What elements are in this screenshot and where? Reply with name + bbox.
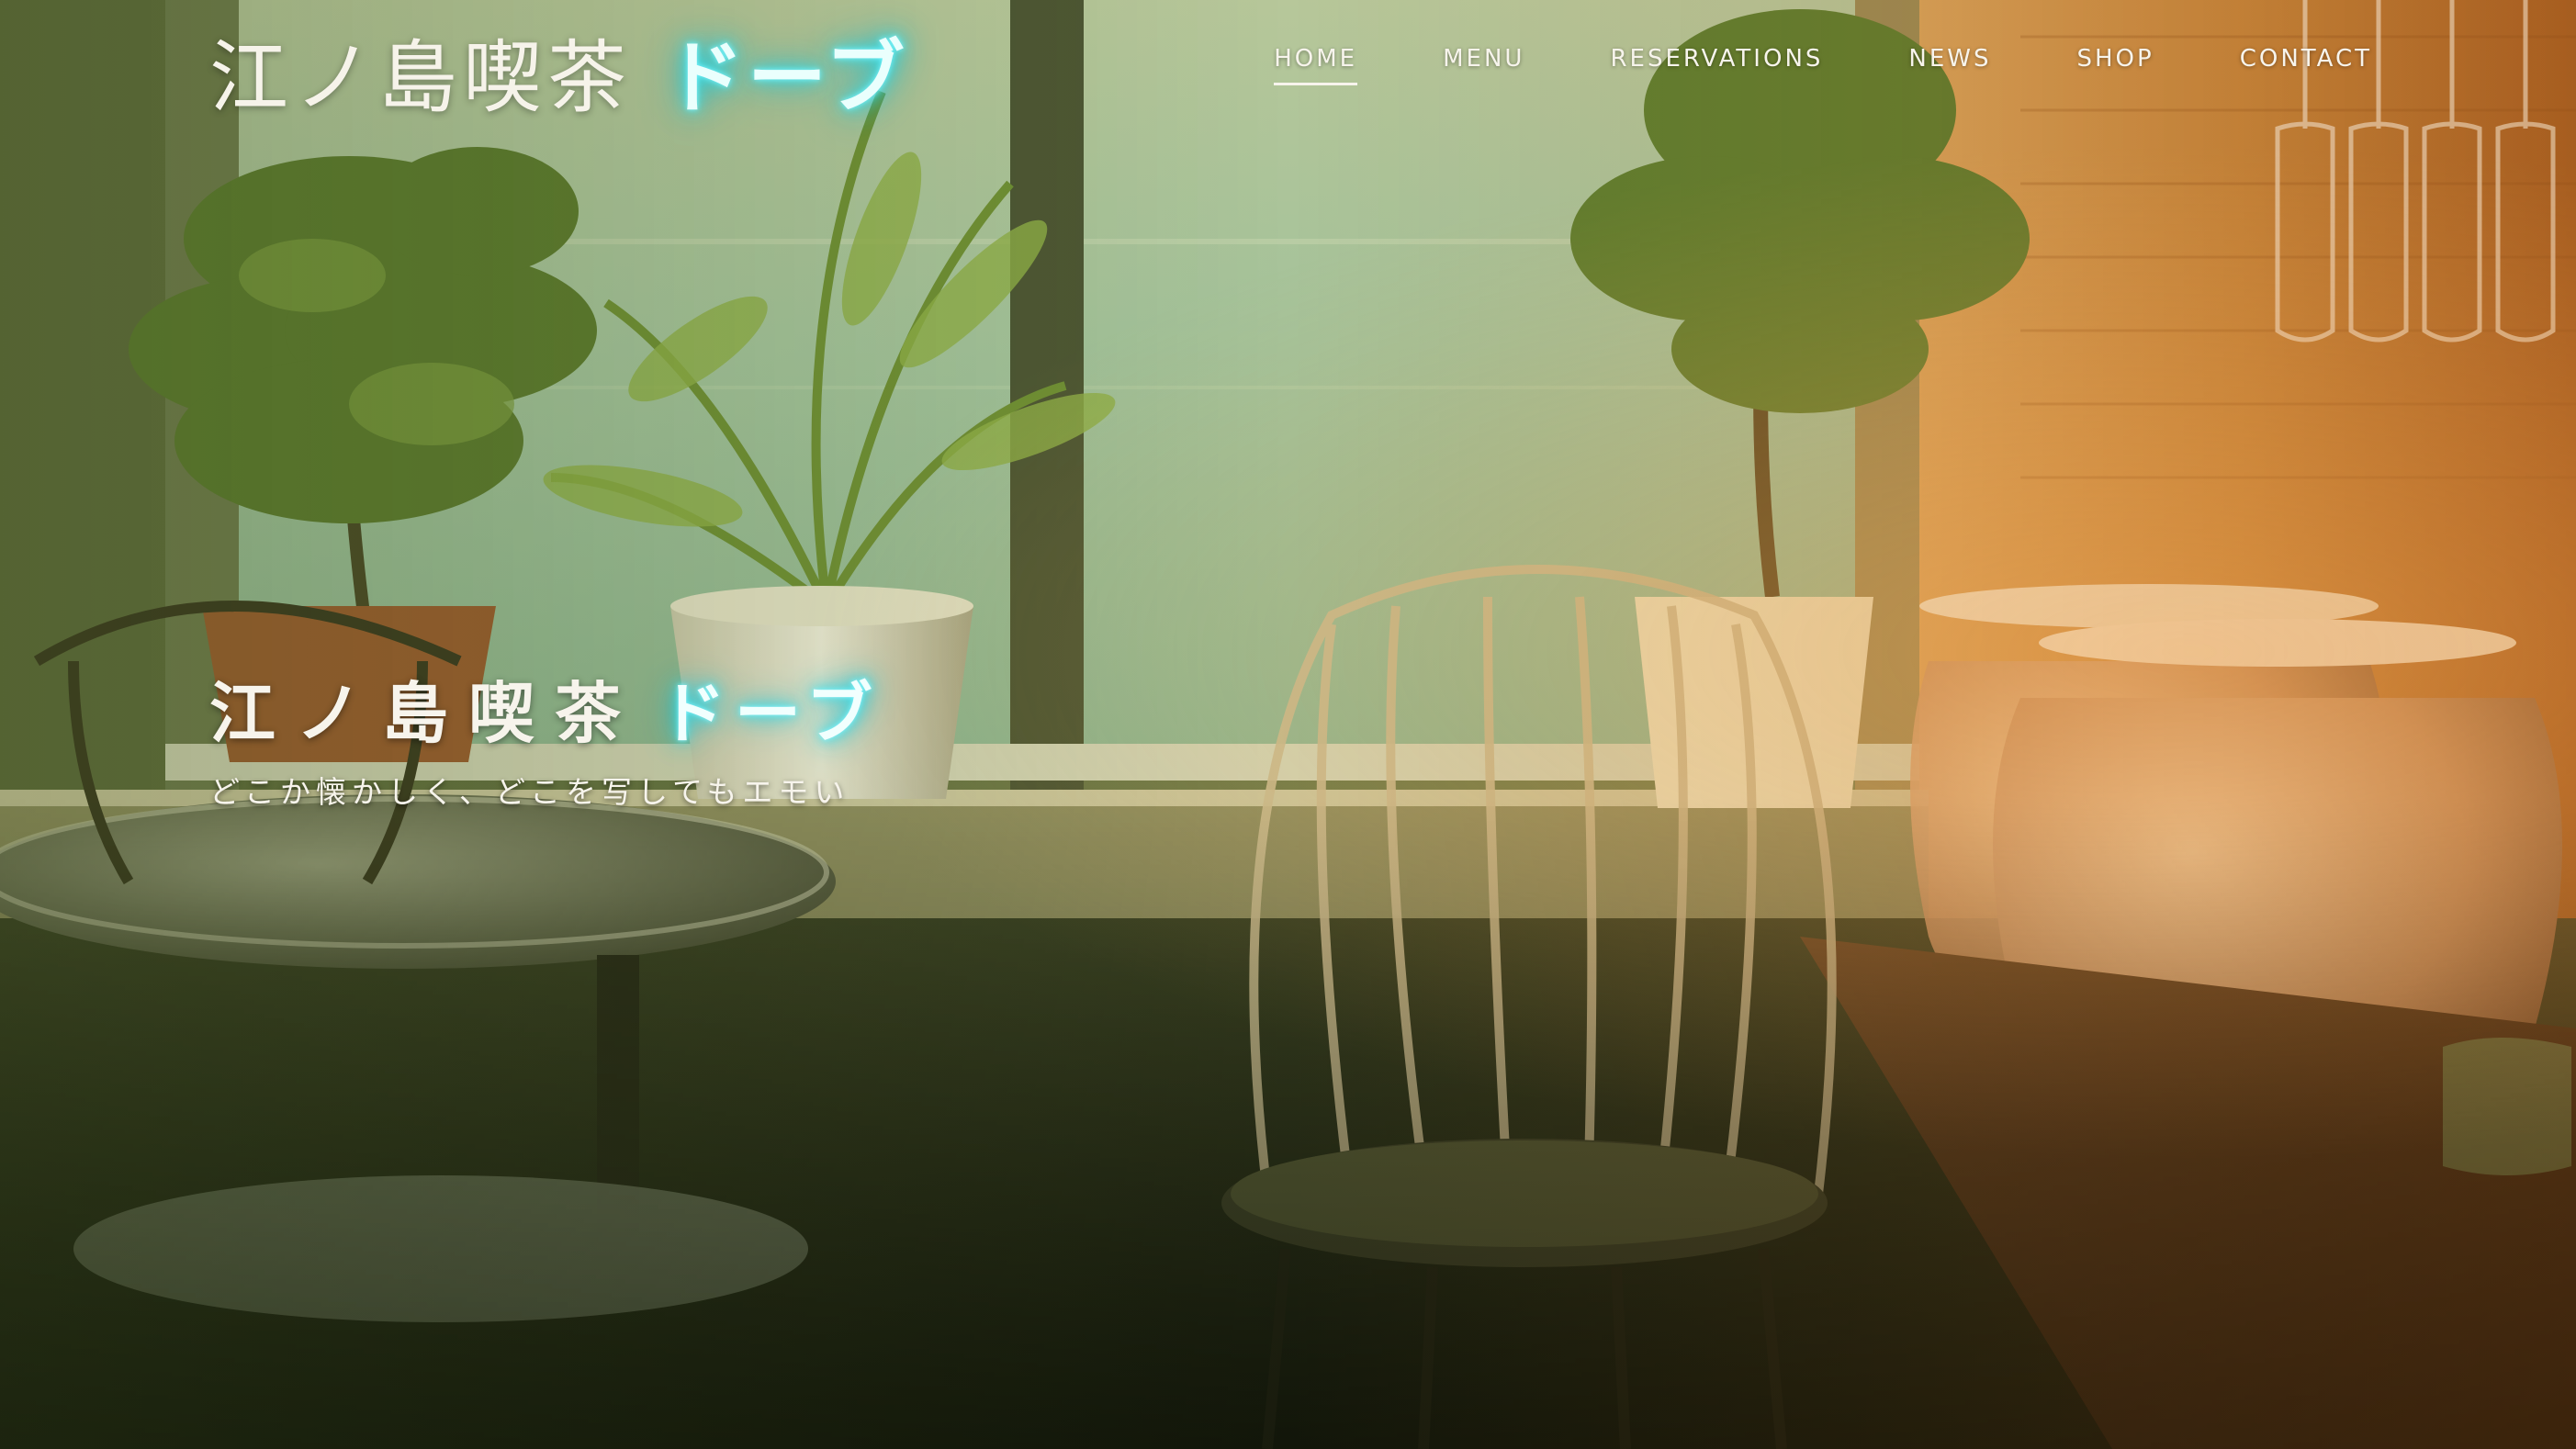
hero-title-text: 江ノ島喫茶: [209, 674, 642, 752]
site-logo-neon-text: ドーブ: [665, 31, 908, 124]
hero-title-neon-text: ドーブ: [659, 675, 882, 752]
site-logo[interactable]: 江ノ島喫茶 ドーブ: [209, 24, 908, 124]
nav-item-menu[interactable]: MENU: [1443, 45, 1524, 73]
nav-item-contact[interactable]: CONTACT: [2240, 45, 2372, 73]
nav-item-shop[interactable]: SHOP: [2077, 45, 2154, 73]
hero-tagline: どこか懐かしく、どこを写してもエモい: [209, 774, 850, 810]
nav-item-news[interactable]: NEWS: [1908, 45, 1991, 73]
site-logo-text: 江ノ島喫茶: [209, 31, 632, 124]
main-nav: HOME MENU RESERVATIONS NEWS SHOP CONTACT: [1274, 39, 2372, 85]
nav-item-home[interactable]: HOME: [1274, 45, 1358, 85]
nav-item-reservations[interactable]: RESERVATIONS: [1610, 45, 1823, 73]
hero-title: 江ノ島喫茶 ドーブ: [209, 659, 882, 756]
